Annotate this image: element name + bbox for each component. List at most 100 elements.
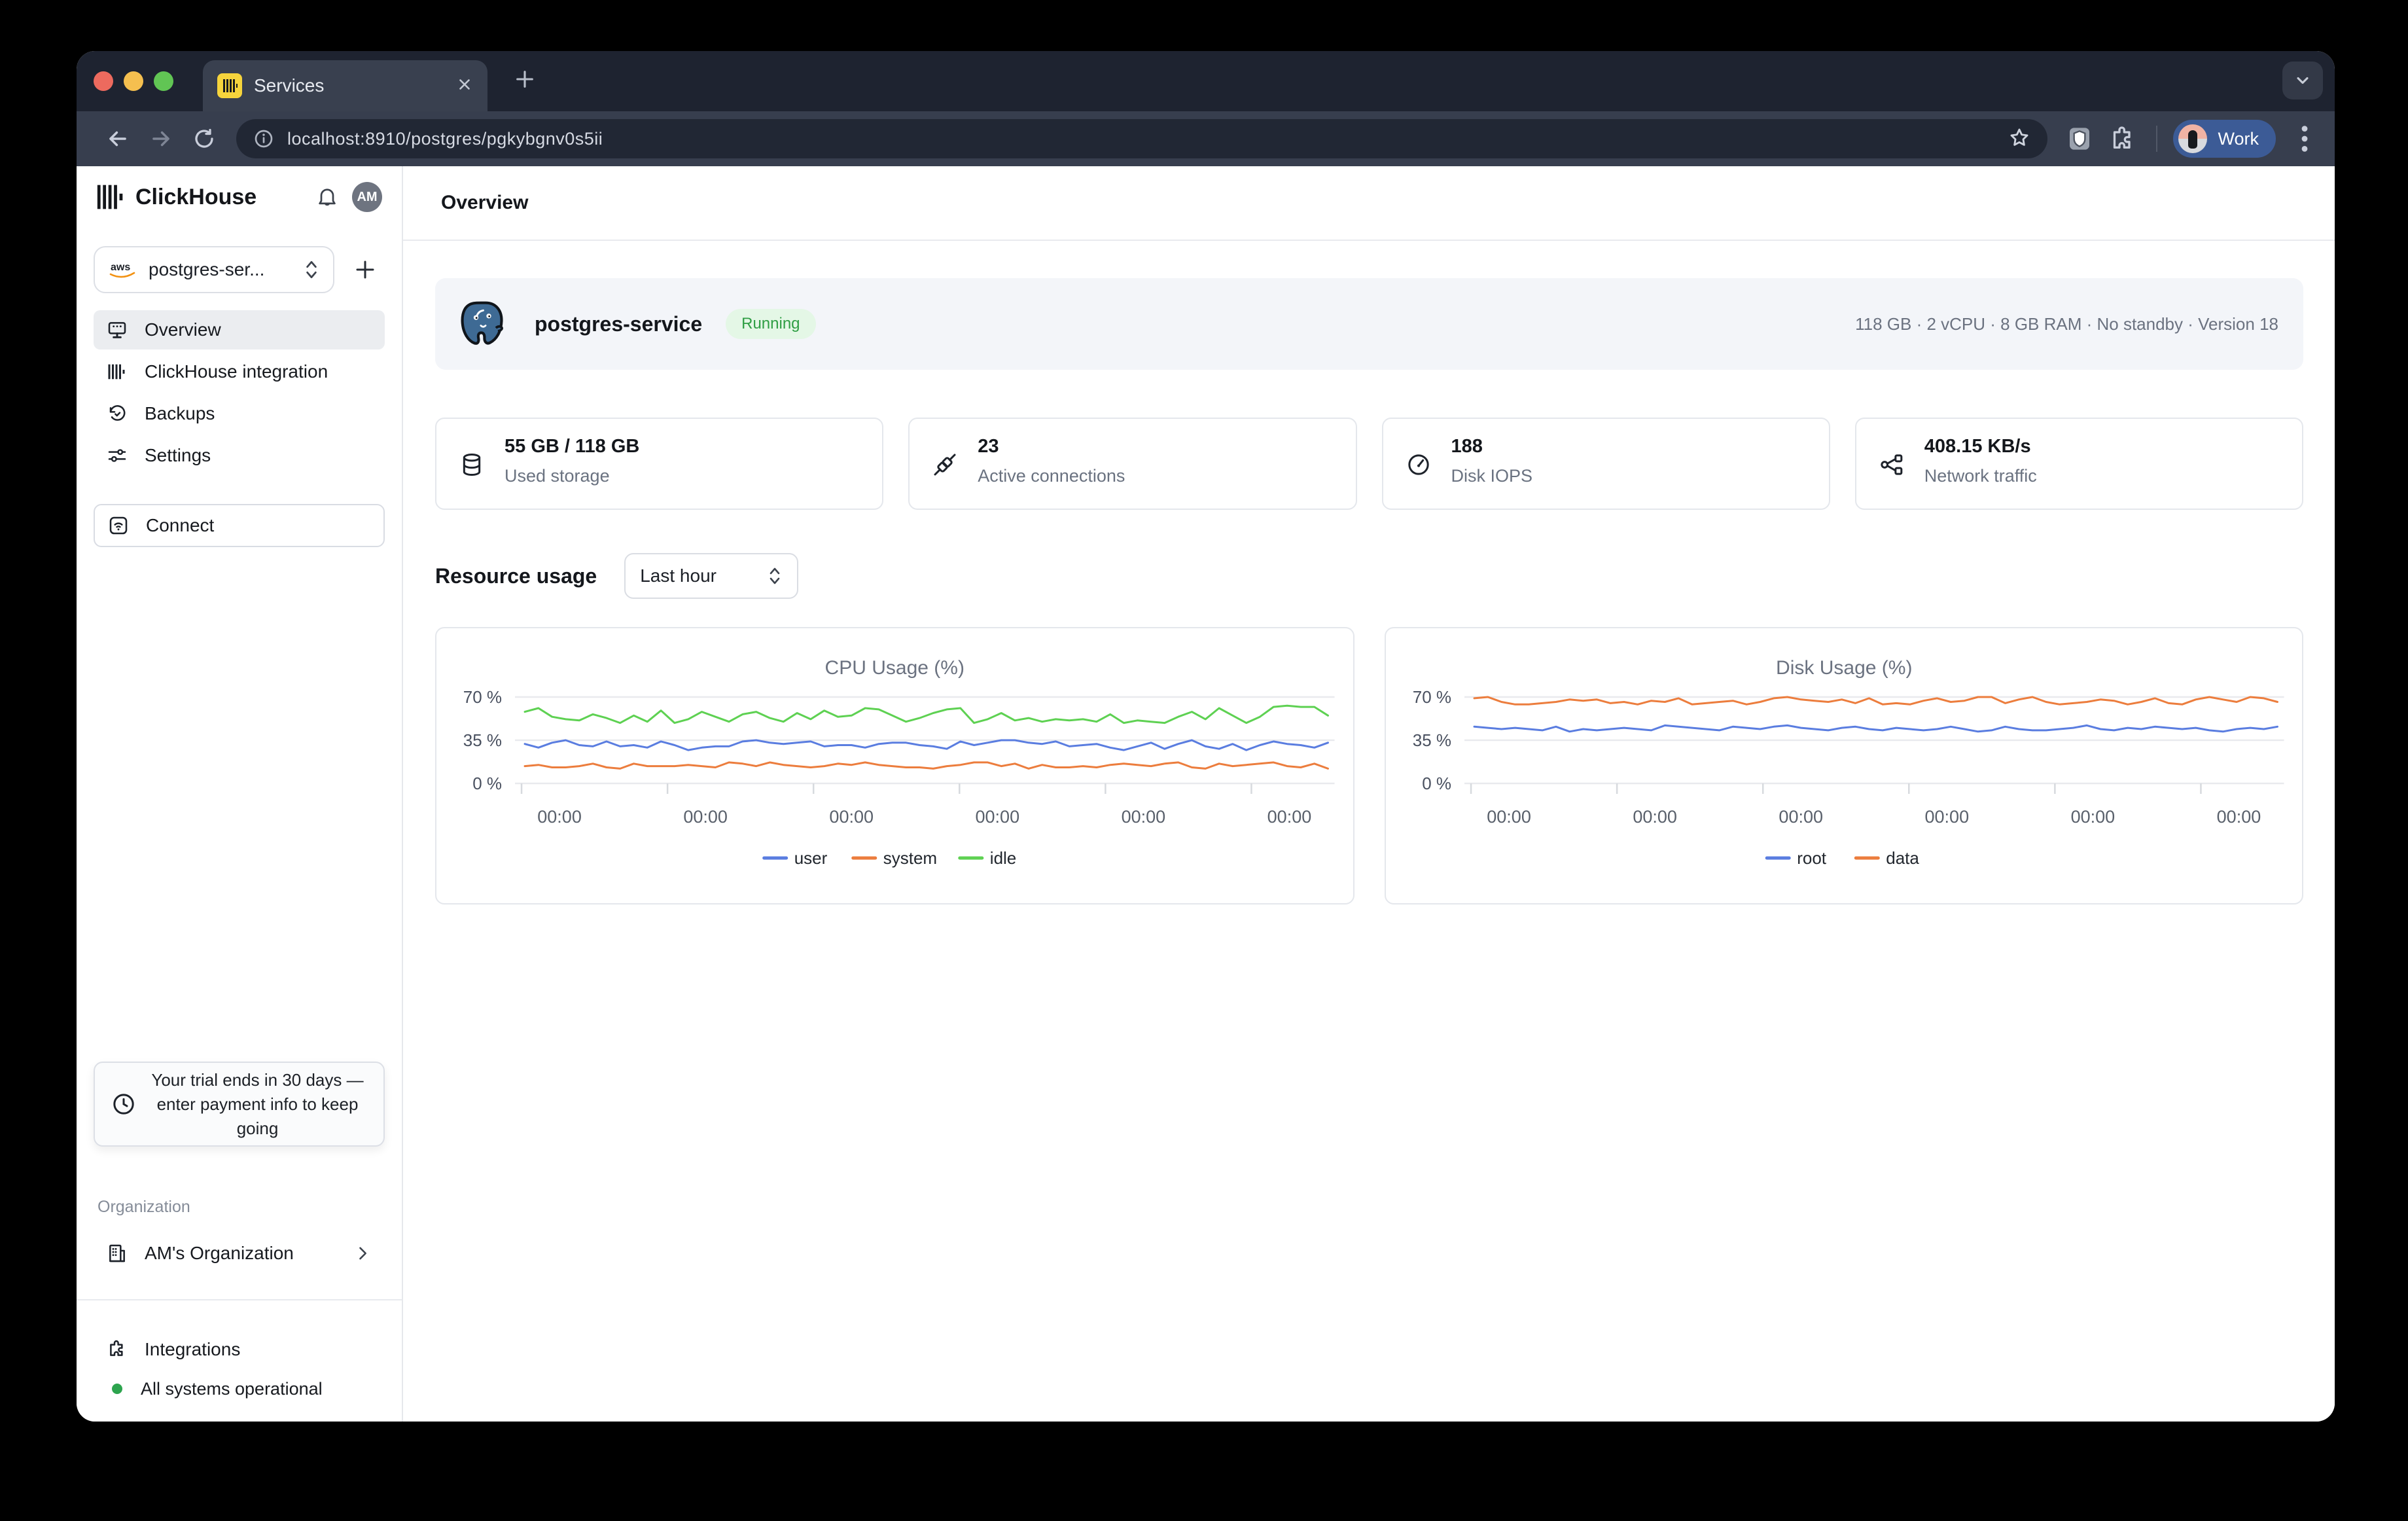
- stat-label: Used storage: [505, 466, 610, 486]
- integrations-label: Integrations: [145, 1339, 240, 1360]
- svg-text:00:00: 00:00: [829, 807, 874, 827]
- service-selector-row: aws postgres-ser...: [94, 246, 385, 293]
- page-header: Overview: [403, 166, 2335, 241]
- sidebar-item-label: ClickHouse integration: [145, 361, 328, 382]
- browser-menu-button[interactable]: [2292, 124, 2318, 153]
- clickhouse-logo-icon: [96, 183, 125, 211]
- stat-label: Active connections: [978, 466, 1125, 486]
- extensions-puzzle-icon[interactable]: [2110, 126, 2136, 152]
- zoom-window-button[interactable]: [154, 71, 173, 91]
- site-info-icon[interactable]: [253, 128, 274, 149]
- tab-search-button[interactable]: [2282, 62, 2323, 99]
- window-controls: [94, 71, 173, 91]
- add-service-button[interactable]: [353, 258, 377, 281]
- stat-label: Disk IOPS: [1451, 466, 1533, 486]
- sidebar-item-backups[interactable]: Backups: [94, 394, 385, 433]
- profile-name: Work: [2218, 129, 2259, 149]
- svg-text:Disk Usage (%): Disk Usage (%): [1776, 657, 1912, 679]
- browser-profile-button[interactable]: Work: [2173, 120, 2276, 158]
- minimize-window-button[interactable]: [124, 71, 143, 91]
- stat-value: 23: [978, 436, 999, 457]
- status-badge: Running: [726, 309, 815, 339]
- service-hero-card: postgres-service Running 118 GB · 2 vCPU…: [435, 278, 2303, 370]
- service-name: postgres-service: [535, 312, 702, 336]
- system-status-item[interactable]: All systems operational: [94, 1370, 385, 1408]
- browser-window: Services localhost:8910/postgres/pgkybgn…: [77, 51, 2335, 1422]
- stat-value: 408.15 KB/s: [1924, 436, 2031, 457]
- svg-text:idle: idle: [990, 848, 1016, 868]
- status-text: All systems operational: [141, 1379, 323, 1399]
- toolbar-separator: [2156, 126, 2157, 152]
- tab-title: Services: [254, 75, 324, 96]
- stats-row: 55 GB / 118 GB Used storage 23 Active co…: [435, 418, 2303, 510]
- sidebar-item-label: Settings: [145, 445, 211, 466]
- chart-canvas: CPU Usage (%)0 %35 %70 %00:0000:0000:000…: [436, 628, 1353, 903]
- organization-name: AM's Organization: [145, 1243, 294, 1264]
- browser-toolbar: localhost:8910/postgres/pgkybgnv0s5ii Wo…: [77, 111, 2335, 166]
- svg-text:aws: aws: [111, 262, 130, 273]
- cable-connection-icon: [932, 452, 958, 481]
- reload-button[interactable]: [183, 127, 226, 151]
- sidebar-divider: [77, 1299, 402, 1300]
- sidebar-item-label: Backups: [145, 403, 215, 424]
- new-tab-button[interactable]: [514, 68, 536, 94]
- time-range-value: Last hour: [640, 565, 717, 586]
- svg-text:35 %: 35 %: [1412, 730, 1451, 750]
- svg-text:00:00: 00:00: [1122, 807, 1166, 827]
- gauge-icon: [1406, 452, 1432, 481]
- sidebar-item-clickhouse-integration[interactable]: ClickHouse integration: [94, 352, 385, 391]
- sidebar-item-settings[interactable]: Settings: [94, 436, 385, 475]
- user-avatar[interactable]: AM: [352, 182, 382, 212]
- stat-card-network-traffic: 408.15 KB/s Network traffic: [1855, 418, 2303, 510]
- forward-button[interactable]: [139, 126, 183, 151]
- organization-item[interactable]: AM's Organization: [94, 1234, 385, 1272]
- svg-text:root: root: [1797, 848, 1827, 868]
- tab-close-icon[interactable]: [456, 76, 473, 96]
- clickhouse-favicon-icon: [217, 73, 242, 98]
- shield-extension-icon[interactable]: [2066, 126, 2093, 152]
- selected-service-label: postgres-ser...: [149, 259, 303, 280]
- svg-text:0 %: 0 %: [472, 774, 502, 793]
- back-button[interactable]: [96, 126, 139, 151]
- svg-text:system: system: [883, 848, 937, 868]
- sidebar-nav: Overview ClickHouse integration Backups: [94, 310, 385, 478]
- svg-text:00:00: 00:00: [683, 807, 728, 827]
- network-nodes-icon: [1879, 452, 1905, 481]
- notifications-bell-icon[interactable]: [315, 185, 339, 209]
- svg-text:70 %: 70 %: [1412, 687, 1451, 707]
- brand-title: ClickHouse: [135, 185, 257, 210]
- chart-canvas: Disk Usage (%)0 %35 %70 %00:0000:0000:00…: [1386, 628, 2303, 903]
- resource-usage-row: Resource usage Last hour: [435, 553, 2303, 599]
- sidebar-item-overview[interactable]: Overview: [94, 310, 385, 349]
- time-range-select[interactable]: Last hour: [624, 553, 798, 599]
- trial-notice-card[interactable]: Your trial ends in 30 days — enter payme…: [94, 1062, 385, 1147]
- svg-text:00:00: 00:00: [1267, 807, 1312, 827]
- close-window-button[interactable]: [94, 71, 113, 91]
- sidebar-item-label: Overview: [145, 319, 221, 340]
- database-icon: [459, 452, 485, 481]
- stat-label: Network traffic: [1924, 466, 2037, 486]
- svg-text:00:00: 00:00: [1924, 807, 1969, 827]
- selector-chevrons-icon: [303, 259, 320, 281]
- sidebar: ClickHouse AM aws postgres-ser...: [77, 166, 403, 1422]
- sidebar-item-integrations[interactable]: Integrations: [94, 1331, 385, 1369]
- dropdown-chevrons-icon: [767, 565, 783, 586]
- puzzle-icon: [107, 1339, 129, 1360]
- bookmark-star-icon[interactable]: [2008, 126, 2030, 152]
- svg-text:user: user: [794, 848, 828, 868]
- connect-button[interactable]: Connect: [94, 504, 385, 547]
- chevron-right-icon: [353, 1244, 372, 1262]
- svg-text:00:00: 00:00: [1633, 807, 1677, 827]
- status-dot-icon: [112, 1384, 122, 1394]
- service-specs: 118 GB · 2 vCPU · 8 GB RAM · No standby …: [1855, 314, 2278, 334]
- trial-clock-icon: [111, 1091, 137, 1117]
- browser-tab-services[interactable]: Services: [203, 60, 487, 111]
- address-bar[interactable]: localhost:8910/postgres/pgkybgnv0s5ii: [236, 119, 2047, 158]
- stat-card-used-storage: 55 GB / 118 GB Used storage: [435, 418, 883, 510]
- clickhouse-bars-icon: [107, 362, 129, 382]
- connect-label: Connect: [146, 515, 214, 536]
- titlebar: Services: [77, 51, 2335, 111]
- svg-text:00:00: 00:00: [976, 807, 1020, 827]
- svg-text:CPU Usage (%): CPU Usage (%): [825, 657, 965, 679]
- service-selector[interactable]: aws postgres-ser...: [94, 246, 334, 293]
